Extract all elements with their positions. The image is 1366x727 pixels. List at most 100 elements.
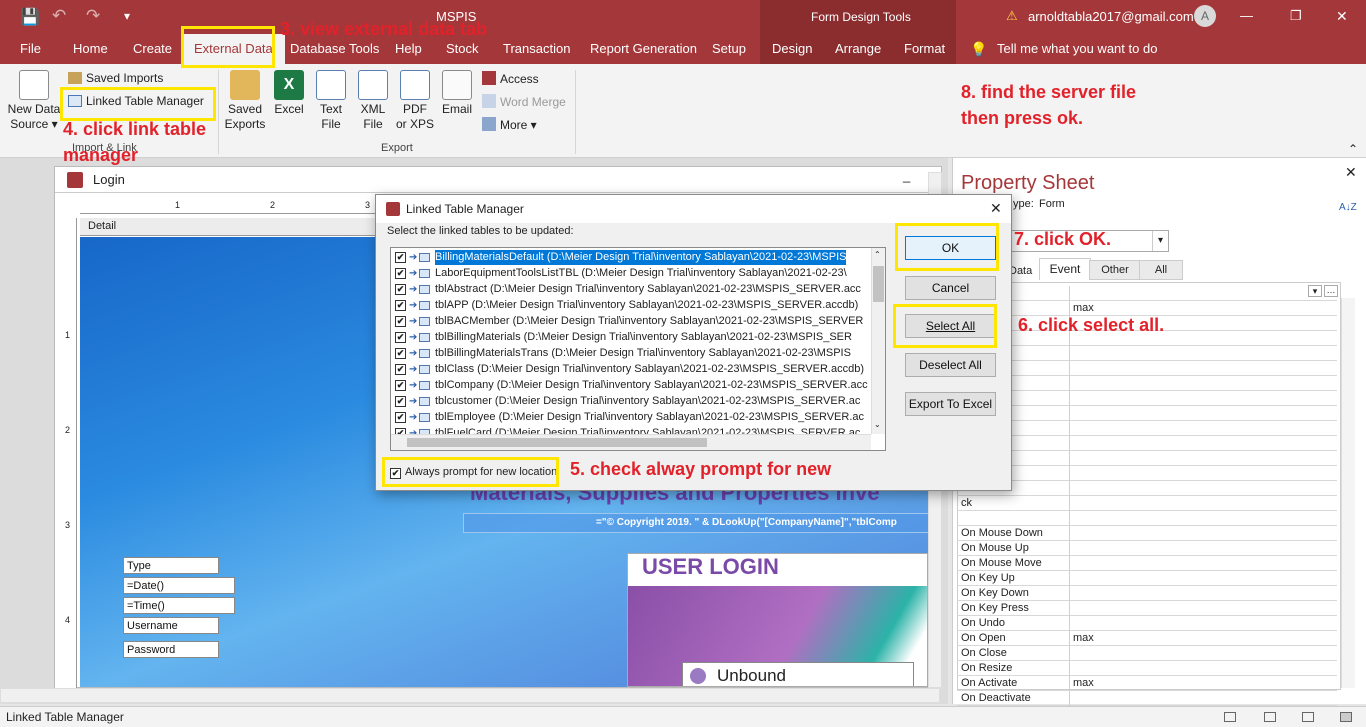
saved-exports-button[interactable]: Saved Exports — [222, 70, 268, 132]
email-export-button[interactable]: Email — [438, 70, 476, 117]
undo-icon[interactable]: ↶ — [52, 6, 66, 26]
type-field[interactable]: Type — [123, 557, 219, 574]
username-label-field[interactable]: Username — [123, 617, 219, 634]
item-checkbox[interactable]: ✔ — [395, 348, 406, 359]
property-sheet-close-button[interactable]: ✕ — [1345, 164, 1357, 181]
close-button[interactable]: ✕ — [1336, 8, 1348, 25]
design-view-icon[interactable] — [1340, 712, 1352, 722]
property-row[interactable]: t — [957, 286, 1337, 301]
item-checkbox[interactable]: ✔ — [395, 284, 406, 295]
linked-tables-list[interactable]: ✔ ➔ BillingMaterialsDefault (D:\Meier Desi… — [390, 247, 886, 451]
property-row[interactable]: ocus — [957, 466, 1337, 481]
property-row[interactable]: Confirm — [957, 391, 1337, 406]
tab-data[interactable]: Data — [1009, 262, 1043, 280]
property-value[interactable]: max — [1073, 631, 1094, 645]
warning-icon[interactable]: ⚠ — [1006, 8, 1018, 24]
scroll-up-icon[interactable]: ⌃ — [874, 250, 881, 259]
copyright-textbox[interactable]: ="© Copyright 2019. " & DLookUp("[Compan… — [463, 513, 928, 533]
property-value[interactable]: max — [1073, 676, 1094, 690]
new-data-source-button[interactable]: New Data Source ▾ — [6, 70, 62, 132]
tab-other[interactable]: Other — [1089, 260, 1141, 280]
list-item[interactable]: ✔ ➔ tblAbstract (D:\Meier Design Trial\inv… — [393, 282, 871, 298]
time-field[interactable]: =Time() — [123, 597, 235, 614]
list-item[interactable]: ✔ ➔ tblBillingMaterialsTrans (D:\Meier Des… — [393, 346, 871, 362]
word-merge-button[interactable]: Word Merge — [482, 94, 566, 109]
property-row[interactable]: On Key Press — [957, 601, 1337, 616]
avatar[interactable]: A — [1194, 5, 1216, 27]
xml-file-export-button[interactable]: XML File — [354, 70, 392, 132]
property-row[interactable]: ert — [957, 361, 1337, 376]
list-vertical-scrollbar[interactable]: ⌃ ⌄ — [871, 248, 885, 434]
property-row[interactable]: On Mouse Up — [957, 541, 1337, 556]
list-item[interactable]: ✔ ➔ tblBACMember (D:\Meier Design Trial\in… — [393, 314, 871, 330]
scroll-thumb[interactable] — [407, 438, 707, 447]
tab-report-generation[interactable]: Report Generation — [590, 34, 697, 64]
chevron-down-icon[interactable]: ▾ — [1152, 231, 1168, 251]
property-row[interactable]: On Mouse Move — [957, 556, 1337, 571]
minimize-button[interactable]: — — [1240, 8, 1253, 23]
list-item[interactable]: ✔ ➔ tblcustomer (D:\Meier Design Trial\inv… — [393, 394, 871, 410]
property-row[interactable]: t — [957, 376, 1337, 391]
dialog-close-button[interactable]: ✕ — [990, 200, 1002, 217]
password-label-field[interactable]: Password — [123, 641, 219, 658]
property-value[interactable]: max — [1073, 301, 1094, 315]
date-field[interactable]: =Date() — [123, 577, 235, 594]
item-checkbox[interactable]: ✔ — [395, 380, 406, 391]
list-item[interactable]: ✔ ➔ LaborEquipmentToolsListTBL (D:\Meier D… — [393, 266, 871, 282]
list-item[interactable]: ✔ ➔ tblAPP (D:\Meier Design Trial\inventor… — [393, 298, 871, 314]
tab-all[interactable]: All — [1139, 260, 1183, 280]
list-item[interactable]: ✔ ➔ tblEmployee (D:\Meier Design Trial\inv… — [393, 410, 871, 426]
more-export-button[interactable]: More ▾ — [482, 117, 537, 132]
tab-design[interactable]: Design — [772, 34, 812, 64]
property-row[interactable] — [957, 436, 1337, 451]
property-row[interactable]: On Key Up — [957, 571, 1337, 586]
item-checkbox[interactable]: ✔ — [395, 412, 406, 423]
form-minimize-button[interactable]: _ — [903, 168, 910, 183]
tab-event[interactable]: Event — [1039, 258, 1091, 280]
tell-me-search[interactable]: Tell me what you want to do — [997, 34, 1157, 64]
property-row[interactable]: On Mouse Down — [957, 526, 1337, 541]
collapse-ribbon-icon[interactable]: ⌃ — [1348, 142, 1358, 156]
property-row[interactable]: On Deactivate — [957, 691, 1337, 706]
pdf-export-button[interactable]: PDF or XPS — [396, 70, 434, 132]
property-row[interactable] — [957, 511, 1337, 526]
list-item[interactable]: ✔ ➔ BillingMaterialsDefault (D:\Meier Desi… — [393, 250, 871, 266]
deselect-all-button[interactable]: Deselect All — [905, 353, 996, 377]
account-email[interactable]: arnoldtabla2017@gmail.com — [1028, 9, 1194, 24]
property-row[interactable]: date — [957, 346, 1337, 361]
restore-button[interactable]: ❐ — [1290, 8, 1302, 24]
saved-imports-button[interactable]: Saved Imports — [68, 71, 163, 85]
form-view-icon[interactable] — [1224, 712, 1236, 722]
excel-export-button[interactable]: X Excel — [270, 70, 308, 117]
tab-format[interactable]: Format — [904, 34, 945, 64]
redo-icon[interactable]: ↷ — [86, 6, 100, 26]
customize-qat-icon[interactable]: ▾ — [124, 9, 130, 23]
tab-file[interactable]: File — [20, 34, 41, 64]
layout-view-icon[interactable] — [1302, 712, 1314, 722]
property-row[interactable]: ocus — [957, 481, 1337, 496]
horizontal-scrollbar[interactable] — [0, 688, 940, 703]
access-export-button[interactable]: Access — [482, 71, 539, 86]
scroll-down-icon[interactable]: ⌄ — [874, 420, 881, 429]
datasheet-view-icon[interactable] — [1264, 712, 1276, 722]
tab-create[interactable]: Create — [133, 34, 172, 64]
property-row[interactable]: On Close — [957, 646, 1337, 661]
list-item[interactable]: ✔ ➔ tblClass (D:\Meier Design Trial\invent… — [393, 362, 871, 378]
property-row[interactable] — [957, 406, 1337, 421]
text-file-export-button[interactable]: Text File — [312, 70, 350, 132]
list-item[interactable]: ✔ ➔ tblBillingMaterials (D:\Meier Design T… — [393, 330, 871, 346]
item-checkbox[interactable]: ✔ — [395, 316, 406, 327]
item-checkbox[interactable]: ✔ — [395, 396, 406, 407]
tab-arrange[interactable]: Arrange — [835, 34, 881, 64]
property-scrollbar[interactable] — [1341, 298, 1355, 688]
property-row[interactable]: On Open max — [957, 631, 1337, 646]
sort-icon[interactable]: A↓Z — [1339, 202, 1357, 213]
property-row[interactable]: On Activate max — [957, 676, 1337, 691]
item-checkbox[interactable]: ✔ — [395, 268, 406, 279]
property-row[interactable]: On Key Down — [957, 586, 1337, 601]
save-icon[interactable]: 💾 — [20, 7, 40, 27]
item-checkbox[interactable]: ✔ — [395, 300, 406, 311]
tab-transaction[interactable]: Transaction — [503, 34, 570, 64]
lightbulb-icon[interactable]: 💡 — [970, 34, 987, 64]
export-to-excel-button[interactable]: Export To Excel — [905, 392, 996, 416]
